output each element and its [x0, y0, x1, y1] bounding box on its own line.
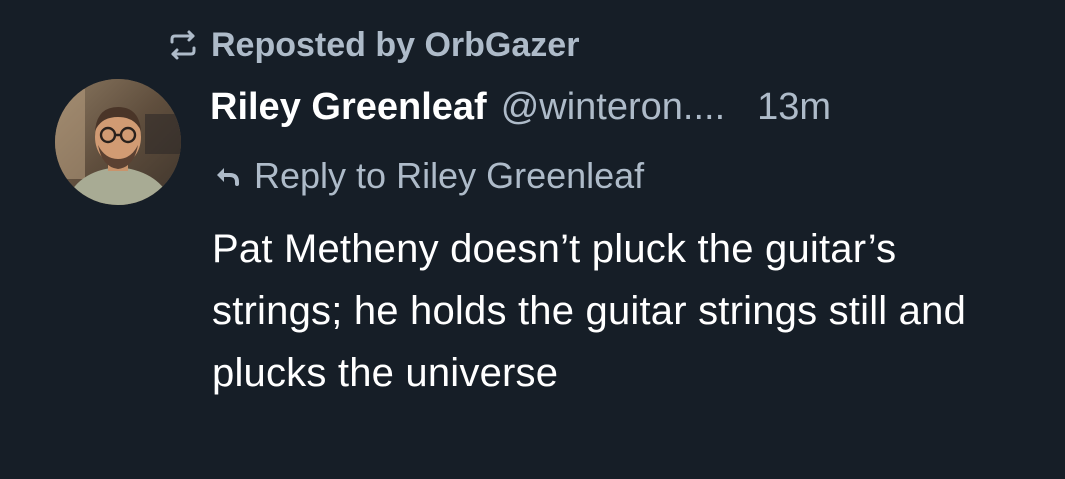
post-header: Riley Greenleaf @winteron.... 13m	[210, 86, 1040, 138]
author-display-name[interactable]: Riley Greenleaf	[210, 86, 487, 129]
reply-arrow-icon	[212, 161, 242, 191]
avatar[interactable]	[55, 79, 181, 205]
reply-label: Reply to Riley Greenleaf	[254, 155, 645, 196]
author-handle[interactable]: @winteron....	[501, 86, 725, 129]
repost-label: Reposted by OrbGazer	[211, 25, 580, 64]
reply-context[interactable]: Reply to Riley Greenleaf	[212, 152, 644, 200]
repost-icon	[165, 27, 201, 63]
post-timestamp[interactable]: 13m	[757, 86, 831, 129]
repost-indicator[interactable]: Reposted by OrbGazer	[165, 22, 579, 68]
post-body-text: Pat Metheny doesn’t pluck the guitar’s s…	[212, 227, 967, 395]
